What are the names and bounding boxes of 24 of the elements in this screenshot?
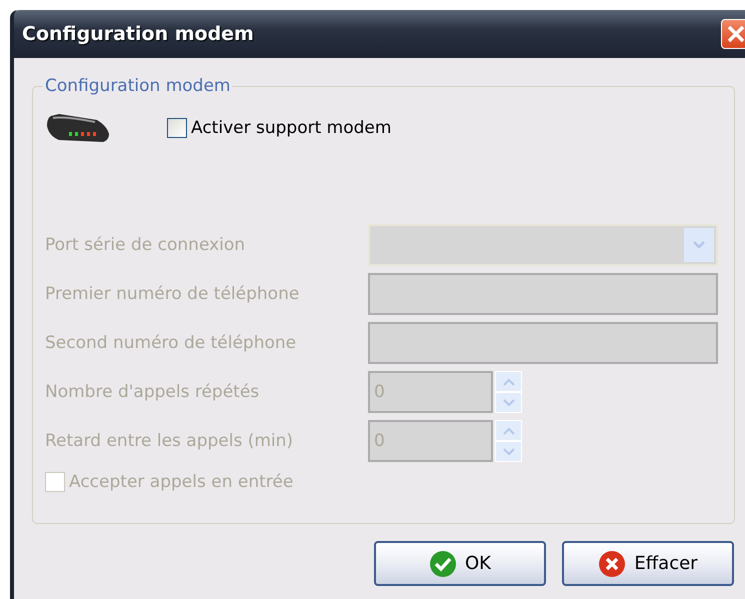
caret-down-icon xyxy=(502,448,514,456)
spin-down-button[interactable] xyxy=(496,393,521,412)
field-label: Second numéro de téléphone xyxy=(45,333,298,353)
close-button[interactable] xyxy=(721,19,745,49)
field-label: Premier numéro de téléphone xyxy=(45,284,300,304)
cancel-button[interactable]: Effacer xyxy=(562,541,734,586)
spin-down-button[interactable] xyxy=(496,442,521,461)
modem-checkbox[interactable]: Activer support modem xyxy=(167,118,392,138)
caret-up-icon xyxy=(502,426,514,434)
caret-down-icon xyxy=(502,398,514,406)
ok-button[interactable]: OK xyxy=(374,541,546,586)
spin-up-button[interactable] xyxy=(496,421,521,440)
spin-up-button[interactable] xyxy=(496,372,521,391)
window-title: Configuration modem xyxy=(22,23,254,45)
field-label: Retard entre les appels (min) xyxy=(45,431,294,451)
caret-up-icon xyxy=(502,378,514,386)
group-title: Configuration modem xyxy=(44,76,232,96)
caret-down-icon xyxy=(692,240,706,250)
field-label: Nombre d'appels répétés xyxy=(45,382,260,402)
checkbox[interactable] xyxy=(167,118,187,138)
checkmark-icon xyxy=(429,550,457,578)
cancel-icon xyxy=(598,550,626,578)
field-label: Port série de connexion xyxy=(45,235,246,255)
modem-icon xyxy=(45,112,111,144)
